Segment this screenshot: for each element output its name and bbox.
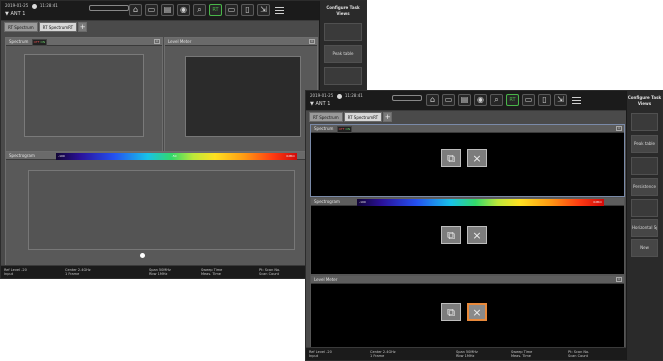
panel-title: Configure Task Views [627,95,662,106]
tab-bar: RT Spectrum RT SpectrumRT + [306,112,393,122]
level-meter-pane: Level Meter × ⧉ × [310,275,625,349]
add-tab-button[interactable]: + [383,112,393,122]
spectrogram-title: Spectrogram [314,199,340,204]
color-scale-bar: -100 -50 0dBm [56,153,297,160]
window-icon[interactable]: ▯ [538,94,551,106]
peak-table-button[interactable]: Peak table [324,45,362,63]
close-icon[interactable]: × [309,39,315,44]
folder-open-icon[interactable]: ▭ [442,94,455,106]
date-text: 2019-01-25 [5,3,29,8]
panel-button-disabled[interactable] [631,157,658,175]
spectrum-pane: Spectrum OFF ON × ⧉ × [310,124,625,197]
search-icon[interactable]: ⌕ [193,4,206,16]
new-button[interactable]: New [631,239,658,257]
monitor-icon[interactable]: ▭ [522,94,535,106]
info-bar: Ref Level -20 Input Center 2.4GHz 1 Frame … [1,265,319,278]
tab-rt-spectrum[interactable]: RT Spectrum [4,22,38,32]
horizontal-split-button[interactable]: Horizontal Sp [631,219,658,237]
level-meter-title: Level Meter [314,277,338,282]
close-view-button[interactable]: × [467,226,487,244]
status-badge: OFF ON [336,126,353,133]
time-text: 11:28:41 [39,3,58,8]
spectrum-pane: Spectrum OFF ON × [5,37,163,152]
camera-icon[interactable]: ◉ [177,4,190,16]
tab-rt-spectrumrt[interactable]: RT SpectrumRT [38,22,78,32]
level-meter-display [185,56,301,137]
info-bar: Ref Level -20 Input Center 2.4GHz 1 Frame … [306,347,626,360]
folder-save-icon[interactable]: ▤ [458,94,471,106]
spectrum-plot [24,54,144,137]
split-view-button[interactable]: ⧉ [441,303,461,321]
spectrum-title: Spectrum [9,39,29,44]
add-tab-button[interactable]: + [78,22,88,32]
panel-title: Configure Task Views [326,5,360,16]
menu-icon[interactable] [572,94,581,106]
folder-save-icon[interactable]: ▤ [161,4,174,16]
panel-button-empty[interactable] [631,113,658,131]
date-text: 2019-01-25 [310,93,334,98]
panel-button-disabled-2[interactable] [631,199,658,217]
peak-table-button[interactable]: Peak table [631,135,658,153]
level-meter-pane: Level Meter × [164,37,318,152]
indicator-bar [392,95,422,101]
mode-icon[interactable]: RT [506,94,519,106]
antenna-icon: ▼ ANT 1 [5,11,26,17]
toolbar: ⌂ ▭ ▤ ◉ ⌕ RT ▭ ▯ ⇲ [426,94,581,106]
split-view-button[interactable]: ⧉ [441,226,461,244]
status-bar: 2019-01-25 11:28:41 ▼ ANT 1 ⌂ ▭ ▤ ◉ ⌕ RT… [1,1,366,21]
time-text: 11:28:41 [344,93,363,98]
clock-icon [336,93,342,99]
spectrum-title: Spectrum [314,126,334,131]
persistence-button[interactable]: Persistence [631,178,658,196]
export-icon[interactable]: ⇲ [257,4,270,16]
mode-icon[interactable]: RT [209,4,222,16]
spectrogram-pane: Spectrogram -100 0dBm ⧉ × [310,197,625,275]
color-scale-bar: -100 0dBm [357,199,604,206]
antenna-label: ANT 1 [10,11,26,17]
front-window: 2019-01-25 11:28:41 ▼ ANT 1 ⌂ ▭ ▤ ◉ ⌕ RT… [305,90,663,361]
task-views-panel: Configure Task Views Peak table Persiste… [626,91,662,360]
monitor-icon[interactable]: ▭ [225,4,238,16]
tab-rt-spectrumrt[interactable]: RT SpectrumRT [343,112,383,122]
panel-button-empty[interactable] [324,23,362,41]
level-meter-title: Level Meter [168,39,192,44]
folder-open-icon[interactable]: ▭ [145,4,158,16]
antenna-icon: ▼ ANT 1 [310,101,331,107]
home-icon[interactable]: ⌂ [129,4,142,16]
spectrogram-title: Spectrogram [9,153,35,158]
antenna-label: ANT 1 [315,101,331,107]
tab-bar: RT Spectrum RT SpectrumRT + [1,22,88,32]
spectrogram-pane: Spectrogram -100 -50 0dBm [5,151,318,267]
menu-icon[interactable] [275,4,284,16]
camera-icon[interactable]: ◉ [474,94,487,106]
toolbar: ⌂ ▭ ▤ ◉ ⌕ RT ▭ ▯ ⇲ [129,4,284,16]
spectrogram-plot [28,170,295,250]
home-icon[interactable]: ⌂ [426,94,439,106]
close-view-button[interactable]: × [467,149,487,167]
status-bar: 2019-01-25 11:28:41 ▼ ANT 1 ⌂ ▭ ▤ ◉ ⌕ RT… [306,91,662,111]
split-view-button[interactable]: ⧉ [441,149,461,167]
export-icon[interactable]: ⇲ [554,94,567,106]
indicator-bar [89,5,129,11]
clock-icon [31,3,37,9]
cursor-dot[interactable] [140,253,145,258]
close-icon[interactable]: × [154,39,160,44]
close-icon[interactable]: × [616,126,622,131]
window-icon[interactable]: ▯ [241,4,254,16]
panel-button-disabled[interactable] [324,67,362,85]
search-icon[interactable]: ⌕ [490,94,503,106]
close-icon[interactable]: × [616,277,622,282]
status-badge: OFF ON [31,39,48,46]
close-view-button-selected[interactable]: × [467,303,487,321]
tab-rt-spectrum[interactable]: RT Spectrum [309,112,343,122]
